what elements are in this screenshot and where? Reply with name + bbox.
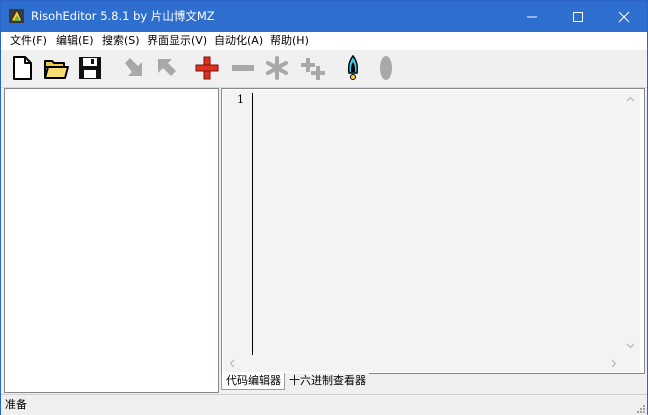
clone-icon [301,58,325,80]
resource-tree[interactable] [4,88,219,393]
window-title: RisohEditor 5.8.1 by 片山博文MZ [31,9,215,23]
main-window: RisohEditor 5.8.1 by 片山博文MZ 文件(F) 编辑(E) … [0,0,648,415]
move-up-button[interactable] [152,54,180,82]
edit-asterisk-icon [266,56,288,80]
delete-button[interactable] [229,54,257,82]
scrollbar-corner [623,355,640,372]
add-plus-icon [195,56,219,80]
move-down-button[interactable] [120,54,148,82]
vertical-scrollbar[interactable] [622,90,639,355]
editor-panel: 1 [221,88,645,374]
resize-grip-icon[interactable] [635,403,645,413]
line-number: 1 [237,93,244,106]
close-icon [618,11,630,23]
title-bar[interactable]: RisohEditor 5.8.1 by 片山博文MZ [1,1,647,32]
test-oval-icon [380,56,392,80]
toolbar [1,50,647,88]
horizontal-scrollbar[interactable] [223,355,623,372]
save-disk-icon [79,57,101,79]
menu-file[interactable]: 文件(F) [10,34,47,48]
open-button[interactable] [42,54,70,82]
add-button[interactable] [193,54,221,82]
status-bar: 准备 [1,394,647,415]
new-file-icon [13,56,32,80]
scroll-right-icon[interactable] [611,359,617,368]
delete-minus-icon [232,65,254,71]
open-folder-icon [44,60,69,79]
tab-hex-viewer[interactable]: 十六进制查看器 [285,373,369,390]
minimize-icon [527,16,537,18]
move-up-icon [158,59,176,76]
minimize-button[interactable] [509,1,555,32]
app-logo-icon [9,9,24,23]
menu-bar: 文件(F) 编辑(E) 搜索(S) 界面显示(V) 自动化(A) 帮助(H) [1,32,647,50]
compile-rocket-icon [347,54,359,80]
maximize-icon [573,12,583,22]
menu-automation[interactable]: 自动化(A) [214,34,263,48]
move-down-icon [125,58,142,76]
maximize-button[interactable] [555,1,601,32]
menu-help[interactable]: 帮助(H) [270,34,309,48]
menu-edit[interactable]: 编辑(E) [56,34,94,48]
save-button[interactable] [76,54,104,82]
test-button[interactable] [372,54,400,82]
new-button[interactable] [8,54,36,82]
menu-search[interactable]: 搜索(S) [102,34,140,48]
scroll-up-icon[interactable] [626,96,635,102]
compile-button[interactable] [339,54,367,82]
tab-code-editor[interactable]: 代码编辑器 [221,373,285,390]
close-button[interactable] [601,1,647,32]
status-text: 准备 [5,398,27,411]
scroll-left-icon[interactable] [229,359,235,368]
scroll-down-icon[interactable] [626,343,635,349]
gutter-divider [252,93,253,357]
clone-button[interactable] [299,54,327,82]
code-editor[interactable]: 1 [223,90,640,357]
menu-view[interactable]: 界面显示(V) [147,34,207,48]
edit-button[interactable] [263,54,291,82]
